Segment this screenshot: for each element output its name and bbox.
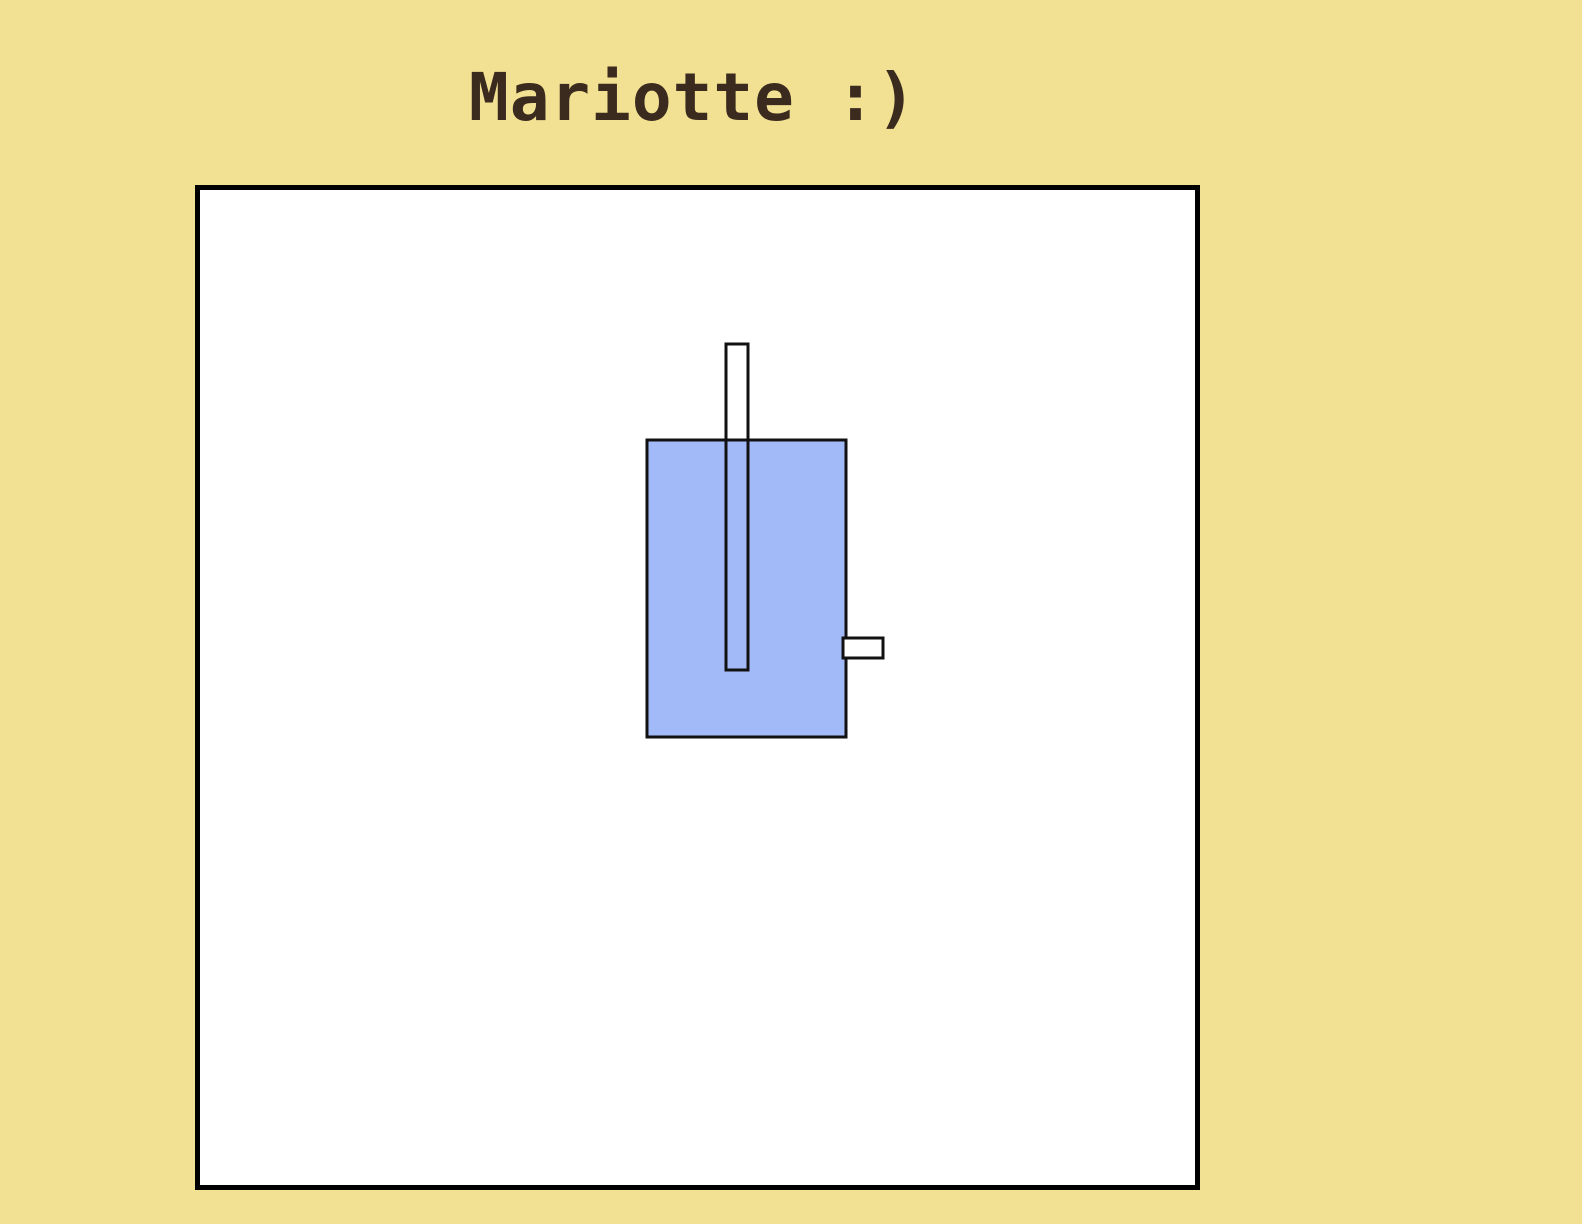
outlet-spout <box>841 636 885 660</box>
simulation-scene <box>645 342 885 739</box>
air-inlet-tube-submerged <box>724 438 750 672</box>
air-inlet-tube-above-water <box>724 342 750 442</box>
simulation-canvas[interactable] <box>195 185 1200 1190</box>
page-title: Mariotte :) <box>468 59 918 136</box>
